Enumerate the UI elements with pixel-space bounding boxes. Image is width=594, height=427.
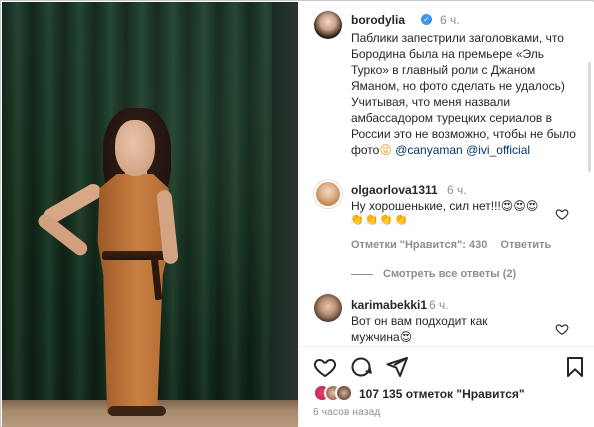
verified-badge-icon: ✓ — [421, 14, 432, 25]
reply-button[interactable]: Ответить — [500, 239, 551, 251]
comment-time: 6 ч. — [447, 183, 467, 197]
comment-icon[interactable] — [349, 355, 373, 379]
photo-face — [115, 120, 155, 176]
author-avatar[interactable] — [314, 11, 342, 39]
view-replies-label: Смотреть все ответы (2) — [383, 268, 517, 280]
commenter-avatar[interactable] — [314, 180, 342, 208]
photo-shoes — [108, 406, 166, 416]
bookmark-icon[interactable] — [563, 355, 587, 379]
comments-scroll-area[interactable]: borodylia ✓ 6 ч. Паблики запестрили заго… — [299, 2, 594, 346]
comment-meta: Отметки "Нравится": 430 Ответить — [351, 239, 561, 251]
post-actions-bar — [299, 352, 594, 382]
comment-emoji-row: 👏👏👏👏 — [350, 214, 409, 226]
commenter-username[interactable]: karimabekki1 — [351, 298, 427, 312]
post-caption: Паблики запестрили заголовками, что Боро… — [351, 30, 583, 158]
post-time[interactable]: 6 ч. — [440, 13, 460, 27]
scrollbar-thumb[interactable] — [588, 62, 591, 172]
comment-text: Ну хорошенькие, сил нет!!!😍😍😍 — [351, 199, 539, 213]
post-photo[interactable] — [2, 2, 298, 427]
post-details-panel: borodylia ✓ 6 ч. Паблики запестрили заго… — [298, 2, 594, 427]
caption-text: Паблики запестрили заголовками, что Боро… — [351, 31, 576, 157]
section-divider — [299, 346, 594, 347]
view-replies-button[interactable]: Смотреть все ответы (2) — [351, 268, 516, 280]
mention-canyaman[interactable]: @canyaman — [395, 143, 463, 157]
caption-emoji: 😜 — [379, 143, 392, 157]
mention-ivi-official[interactable]: @ivi_official — [466, 143, 530, 157]
replies-divider-line — [351, 273, 373, 275]
comment-text: Вот он вам подходит как мужчина😍 — [351, 314, 488, 344]
post-timestamp[interactable]: 6 часов назад — [313, 407, 380, 418]
comment-heart-icon[interactable] — [555, 322, 569, 336]
likes-count[interactable]: 107 135 отметок "Нравится" — [359, 387, 525, 401]
liker-avatar — [335, 384, 353, 402]
photo-person — [2, 2, 298, 427]
commenter-avatar[interactable] — [314, 294, 342, 322]
comment-likes-count[interactable]: Отметки "Нравится": 430 — [351, 239, 487, 251]
comment-time: 6 ч. — [429, 298, 449, 312]
post-window: borodylia ✓ 6 ч. Паблики запестрили заго… — [0, 0, 594, 427]
comment-heart-icon[interactable] — [555, 207, 569, 221]
share-icon[interactable] — [385, 355, 409, 379]
commenter-username[interactable]: olgaorlova1311 — [351, 183, 438, 197]
author-username[interactable]: borodylia — [351, 13, 405, 27]
heart-icon[interactable] — [313, 355, 337, 379]
